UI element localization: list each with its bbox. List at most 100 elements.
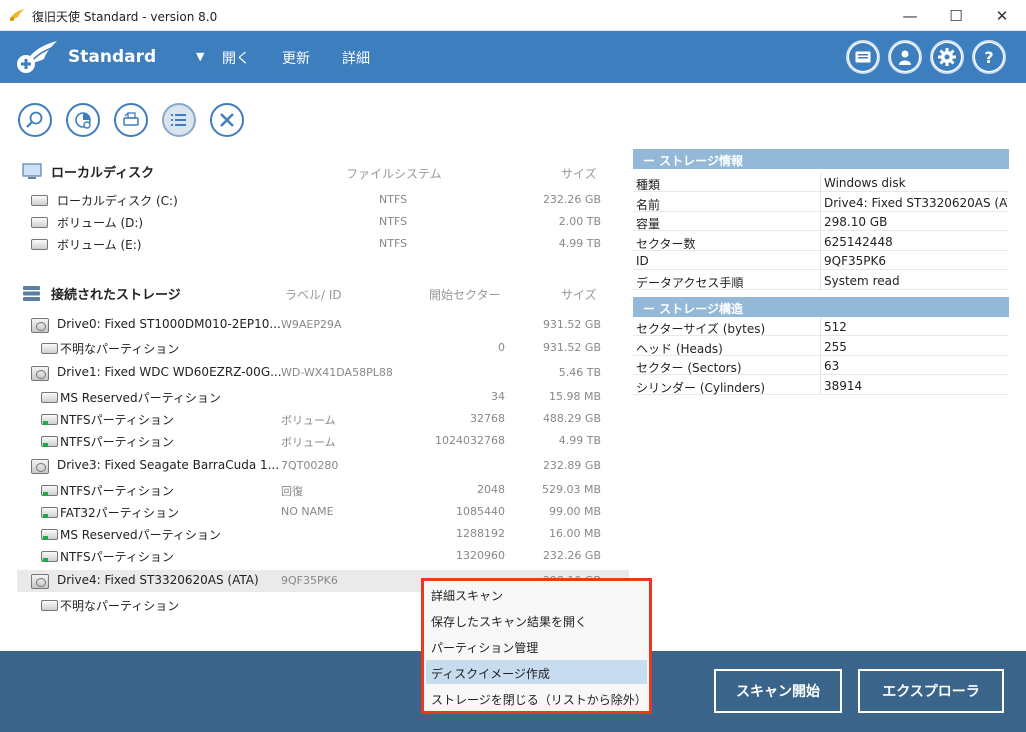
card-icon[interactable] [846, 40, 880, 74]
storage-name: Drive3: Fixed Seagate BarraCuda 1... [57, 458, 280, 472]
property-value: 625142448 [824, 234, 893, 249]
partition-row[interactable]: NTFSパーティション 1320960 232.26 GB [17, 545, 629, 567]
menu-open[interactable]: 開く [222, 48, 250, 68]
storage-stack-icon [23, 286, 40, 301]
menu-details[interactable]: 詳細 [342, 48, 370, 68]
partition-row[interactable]: FAT32パーティション NO NAME 1085440 99.00 MB [17, 501, 629, 523]
disk-image-icon[interactable] [114, 103, 148, 137]
minimize-button[interactable]: — [887, 0, 933, 31]
storage-size: 4.99 TB [558, 434, 601, 447]
help-glyph: ? [975, 43, 1003, 71]
property-key: セクター数 [636, 236, 696, 251]
storage-name: NTFSパーティション [60, 435, 174, 449]
hard-drive-icon [31, 574, 49, 589]
property-row: シリンダー (Cylinders) 38914 [633, 375, 1009, 395]
user-icon[interactable] [888, 40, 922, 74]
storage-size: 931.52 GB [542, 341, 601, 354]
gear-icon[interactable] [930, 40, 964, 74]
local-disk-row[interactable]: ボリューム (D:) NTFS 2.00 TB [17, 211, 629, 233]
property-key: シリンダー (Cylinders) [636, 380, 766, 395]
storage-info-title: ー ストレージ情報 [643, 154, 743, 168]
property-value: System read [824, 273, 900, 288]
list-icon[interactable] [162, 103, 196, 137]
search-scan-icon[interactable] [18, 103, 52, 137]
storage-name: NTFSパーティション [60, 413, 174, 427]
context-menu-item[interactable]: ディスクイメージ作成 [426, 660, 647, 684]
partition-icon [41, 392, 58, 403]
drive-row[interactable]: Drive3: Fixed Seagate BarraCuda 1... 7QT0… [17, 455, 629, 477]
storage-name: Drive1: Fixed WDC WD60EZRZ-00G... [57, 365, 282, 379]
storage-size: 5.46 TB [558, 366, 601, 379]
context-menu-item[interactable]: 詳細スキャン [426, 582, 647, 606]
storage-name: 不明なパーティション [60, 599, 180, 613]
storage-size: 232.26 GB [542, 549, 601, 562]
property-key: ヘッド (Heads) [636, 341, 723, 356]
col-filesystem: ファイルシステム [346, 167, 442, 181]
property-key: ID [636, 254, 649, 268]
context-menu-item[interactable]: ストレージを閉じる（リストから除外） [426, 686, 647, 710]
app-wing-icon [10, 9, 24, 21]
property-value: 298.10 GB [824, 215, 888, 229]
property-value: 63 [824, 359, 840, 373]
property-row: セクターサイズ (bytes) 512 [633, 317, 1009, 336]
partition-row[interactable]: NTFSパーティション ボリューム 1024032768 4.99 TB [17, 430, 629, 452]
context-menu-item[interactable]: パーティション管理 [426, 634, 647, 658]
partition-row[interactable]: MS Reservedパーティション 1288192 16.00 MB [17, 523, 629, 545]
drive-row[interactable]: Drive0: Fixed ST1000DM010-2EP10... W9AEP2… [17, 314, 629, 336]
menu-refresh[interactable]: 更新 [282, 48, 310, 68]
hard-drive-icon [31, 459, 49, 474]
property-row: ID 9QF35PK6 [633, 251, 1009, 270]
storage-label: ボリューム [281, 436, 336, 449]
context-menu-item[interactable]: 保存したスキャン結果を開く [426, 608, 647, 632]
col-label-id: ラベル/ ID [285, 288, 342, 302]
property-key: セクターサイズ (bytes) [636, 322, 766, 336]
chevron-down-icon[interactable]: ▼ [196, 50, 204, 63]
help-icon[interactable]: ? [972, 40, 1006, 74]
property-row: セクター (Sectors) 63 [633, 356, 1009, 375]
disk-size: 232.26 GB [542, 193, 601, 206]
partition-chart-icon[interactable] [66, 103, 100, 137]
drive-row[interactable]: Drive1: Fixed WDC WD60EZRZ-00G... WD-WX41… [17, 362, 629, 384]
partition-icon [41, 343, 58, 354]
storage-label: NO NAME [281, 505, 334, 518]
storage-size: 15.98 MB [548, 390, 601, 403]
property-row: データアクセス手順 System read [633, 270, 1009, 290]
context-menu: 詳細スキャン 保存したスキャン結果を開く パーティション管理 ディスクイメージ作成 スト… [421, 578, 652, 714]
property-row: 名前 Drive4: Fixed ST3320620AS (ATA) [633, 192, 1009, 212]
property-value: Windows disk [824, 176, 906, 190]
storage-name: MS Reservedパーティション [60, 391, 221, 405]
explorer-button[interactable]: エクスプローラ [858, 669, 1004, 713]
start-scan-button[interactable]: スキャン開始 [714, 669, 842, 713]
partition-icon [41, 485, 58, 496]
close-icon[interactable] [210, 103, 244, 137]
local-disk-row[interactable]: ボリューム (E:) NTFS 4.99 TB [17, 233, 629, 255]
maximize-button[interactable]: ☐ [933, 0, 979, 31]
partition-icon [41, 600, 58, 611]
storage-name: Drive4: Fixed ST3320620AS (ATA) [57, 573, 259, 587]
storage-label: ボリューム [281, 414, 336, 427]
col-start-sector: 開始セクター [429, 288, 501, 302]
storage-start-sector: 2048 [477, 483, 505, 496]
partition-row[interactable]: MS Reservedパーティション 34 15.98 MB [17, 386, 629, 408]
disk-icon [31, 239, 48, 250]
storage-structure-header[interactable]: ー ストレージ構造 [633, 297, 1009, 317]
partition-row[interactable]: NTFSパーティション 回復 2048 529.03 MB [17, 479, 629, 501]
storage-size: 931.52 GB [542, 318, 601, 331]
storage-info-header[interactable]: ー ストレージ情報 [633, 149, 1009, 169]
partition-row[interactable]: 不明なパーティション 0 931.52 GB [17, 337, 629, 359]
disk-name: ローカルディスク (C:) [57, 194, 178, 208]
storage-size: 232.89 GB [542, 459, 601, 472]
storage-name: NTFSパーティション [60, 484, 174, 498]
property-value: 255 [824, 339, 847, 354]
disk-filesystem: NTFS [379, 215, 408, 228]
storage-label: W9AEP29A [281, 318, 342, 331]
storage-label: WD-WX41DA58PL88 [281, 366, 393, 379]
disk-name: ボリューム (E:) [57, 238, 142, 252]
close-window-button[interactable]: ✕ [979, 0, 1025, 31]
storage-name: FAT32パーティション [60, 506, 179, 520]
app-header: Standard ▼ 開く 更新 詳細 ? [0, 31, 1026, 83]
window-title: 復旧天使 Standard - version 8.0 [32, 10, 218, 24]
disk-size: 4.99 TB [558, 237, 601, 250]
local-disk-row[interactable]: ローカルディスク (C:) NTFS 232.26 GB [17, 189, 629, 211]
partition-row[interactable]: NTFSパーティション ボリューム 32768 488.29 GB [17, 408, 629, 430]
